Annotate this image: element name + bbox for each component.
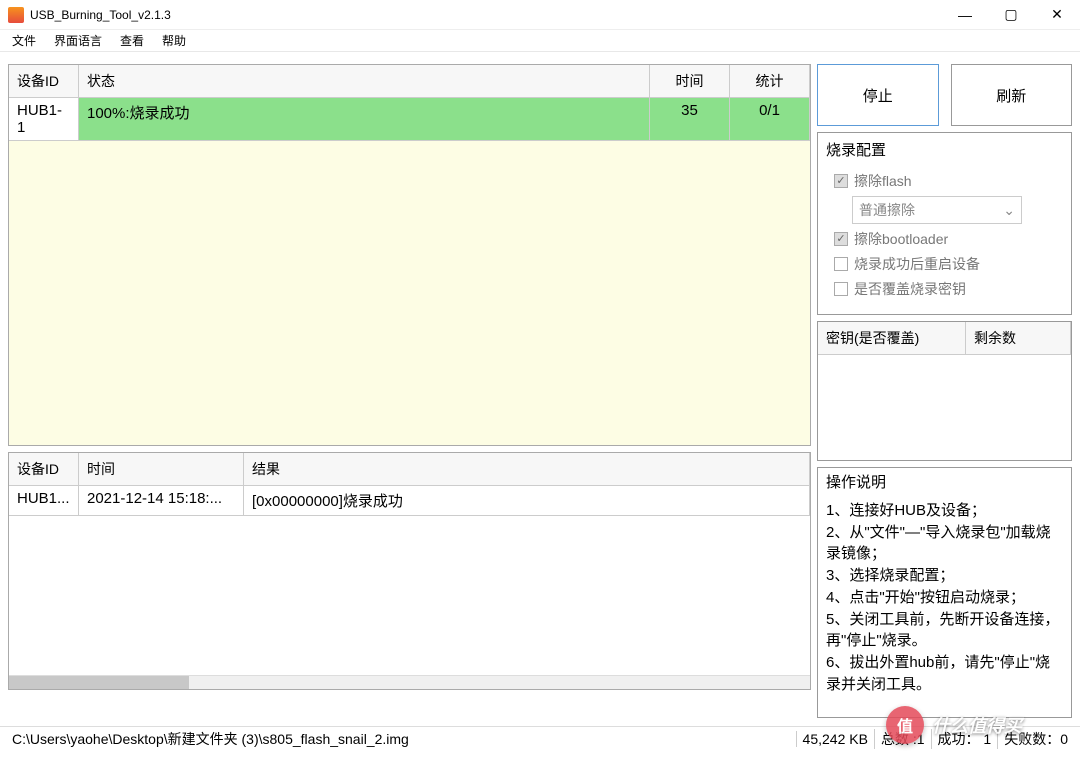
cell-log-result: [0x00000000]烧录成功: [244, 486, 810, 516]
chevron-down-icon: ⌄: [1003, 202, 1015, 219]
cell-status: 100%:烧录成功: [79, 98, 650, 141]
instructions-text: 1、连接好HUB及设备； 2、从"文件"—"导入烧录包"加载烧录镜像； 3、选择…: [818, 498, 1071, 704]
app-icon: [8, 7, 24, 23]
cell-time: 35: [650, 98, 730, 141]
instruction-line: 4、点击"开始"按钮启动烧录；: [826, 587, 1063, 609]
instruction-line: 6、拔出外置hub前，请先"停止"烧录并关闭工具。: [826, 652, 1063, 696]
statusbar: C:\Users\yaohe\Desktop\新建文件夹 (3)\s805_fl…: [0, 726, 1080, 750]
cell-stat: 0/1: [730, 98, 810, 141]
col-stat[interactable]: 统计: [730, 65, 810, 98]
left-column: 设备ID 状态 时间 统计 HUB1-1 100%:烧录成功 35 0/1 设备…: [8, 64, 811, 718]
refresh-button[interactable]: 刷新: [951, 64, 1073, 126]
content-area: 设备ID 状态 时间 统计 HUB1-1 100%:烧录成功 35 0/1 设备…: [0, 56, 1080, 726]
col-log-result[interactable]: 结果: [244, 453, 810, 486]
table-header-row: 设备ID 状态 时间 统计: [9, 65, 810, 98]
status-fail: 失败数：0: [997, 729, 1074, 749]
checkbox-erase-bootloader[interactable]: 擦除bootloader: [834, 229, 1061, 249]
col-key[interactable]: 密钥(是否覆盖): [818, 322, 966, 355]
checkbox-label: 擦除flash: [854, 171, 912, 191]
col-time[interactable]: 时间: [650, 65, 730, 98]
panel-title: 操作说明: [818, 468, 1071, 498]
instruction-line: 5、关闭工具前，先断开设备连接，再"停止"烧录。: [826, 609, 1063, 653]
menu-help[interactable]: 帮助: [162, 32, 186, 49]
cell-device-id: HUB1-1: [9, 98, 79, 141]
col-remaining[interactable]: 剩余数: [966, 322, 1071, 355]
device-status-table: 设备ID 状态 时间 统计 HUB1-1 100%:烧录成功 35 0/1: [8, 64, 811, 446]
table-body: HUB1-1 100%:烧录成功 35 0/1: [9, 98, 810, 445]
erase-mode-select[interactable]: 普通擦除 ⌄: [852, 196, 1022, 224]
cell-log-id: HUB1...: [9, 486, 79, 516]
instruction-line: 1、连接好HUB及设备；: [826, 500, 1063, 522]
select-value: 普通擦除: [859, 200, 915, 220]
menubar: 文件 界面语言 查看 帮助: [0, 30, 1080, 52]
burn-config-panel: 烧录配置 擦除flash 普通擦除 ⌄ 擦除bootloader 烧录成功后重启…: [817, 132, 1072, 315]
scrollbar-thumb[interactable]: [9, 676, 189, 689]
key-table: 密钥(是否覆盖) 剩余数: [817, 321, 1072, 461]
cell-log-time: 2021-12-14 15:18:...: [79, 486, 244, 516]
checkbox-icon: [834, 232, 848, 246]
status-total: 总数 :1: [874, 729, 931, 749]
col-device-id[interactable]: 设备ID: [9, 65, 79, 98]
instruction-line: 2、从"文件"—"导入烧录包"加载烧录镜像；: [826, 522, 1063, 566]
log-table: 设备ID 时间 结果 HUB1... 2021-12-14 15:18:... …: [8, 452, 811, 690]
checkbox-label: 烧录成功后重启设备: [854, 254, 980, 274]
status-path: C:\Users\yaohe\Desktop\新建文件夹 (3)\s805_fl…: [6, 729, 796, 749]
instruction-line: 3、选择烧录配置；: [826, 565, 1063, 587]
checkbox-erase-flash[interactable]: 擦除flash: [834, 171, 1061, 191]
log-header-row: 设备ID 时间 结果: [9, 453, 810, 486]
minimize-button[interactable]: —: [942, 0, 988, 30]
menu-language[interactable]: 界面语言: [54, 32, 102, 49]
status-size: 45,242 KB: [796, 731, 874, 747]
menu-file[interactable]: 文件: [12, 32, 36, 49]
action-buttons: 停止 刷新: [817, 64, 1072, 126]
log-body: HUB1... 2021-12-14 15:18:... [0x00000000…: [9, 486, 810, 675]
checkbox-restart-after[interactable]: 烧录成功后重启设备: [834, 254, 1061, 274]
stop-button[interactable]: 停止: [817, 64, 939, 126]
table-row[interactable]: HUB1... 2021-12-14 15:18:... [0x00000000…: [9, 486, 810, 516]
checkbox-icon: [834, 282, 848, 296]
panel-title: 烧录配置: [818, 135, 1071, 164]
instructions-panel: 操作说明 1、连接好HUB及设备； 2、从"文件"—"导入烧录包"加载烧录镜像；…: [817, 467, 1072, 718]
col-log-device-id[interactable]: 设备ID: [9, 453, 79, 486]
checkbox-label: 是否覆盖烧录密钥: [854, 279, 966, 299]
menu-view[interactable]: 查看: [120, 32, 144, 49]
maximize-button[interactable]: ▢: [988, 0, 1034, 30]
right-column: 停止 刷新 烧录配置 擦除flash 普通擦除 ⌄ 擦除bootloader: [817, 64, 1072, 718]
table-row[interactable]: HUB1-1 100%:烧录成功 35 0/1: [9, 98, 810, 141]
checkbox-label: 擦除bootloader: [854, 229, 948, 249]
titlebar: USB_Burning_Tool_v2.1.3 — ▢ ✕: [0, 0, 1080, 30]
window-title: USB_Burning_Tool_v2.1.3: [30, 8, 942, 22]
checkbox-icon: [834, 174, 848, 188]
horizontal-scrollbar[interactable]: [9, 675, 810, 689]
col-status[interactable]: 状态: [79, 65, 650, 98]
status-success: 成功： 1: [931, 729, 998, 749]
key-header-row: 密钥(是否覆盖) 剩余数: [818, 322, 1071, 355]
col-log-time[interactable]: 时间: [79, 453, 244, 486]
close-button[interactable]: ✕: [1034, 0, 1080, 30]
checkbox-icon: [834, 257, 848, 271]
checkbox-overwrite-key[interactable]: 是否覆盖烧录密钥: [834, 279, 1061, 299]
